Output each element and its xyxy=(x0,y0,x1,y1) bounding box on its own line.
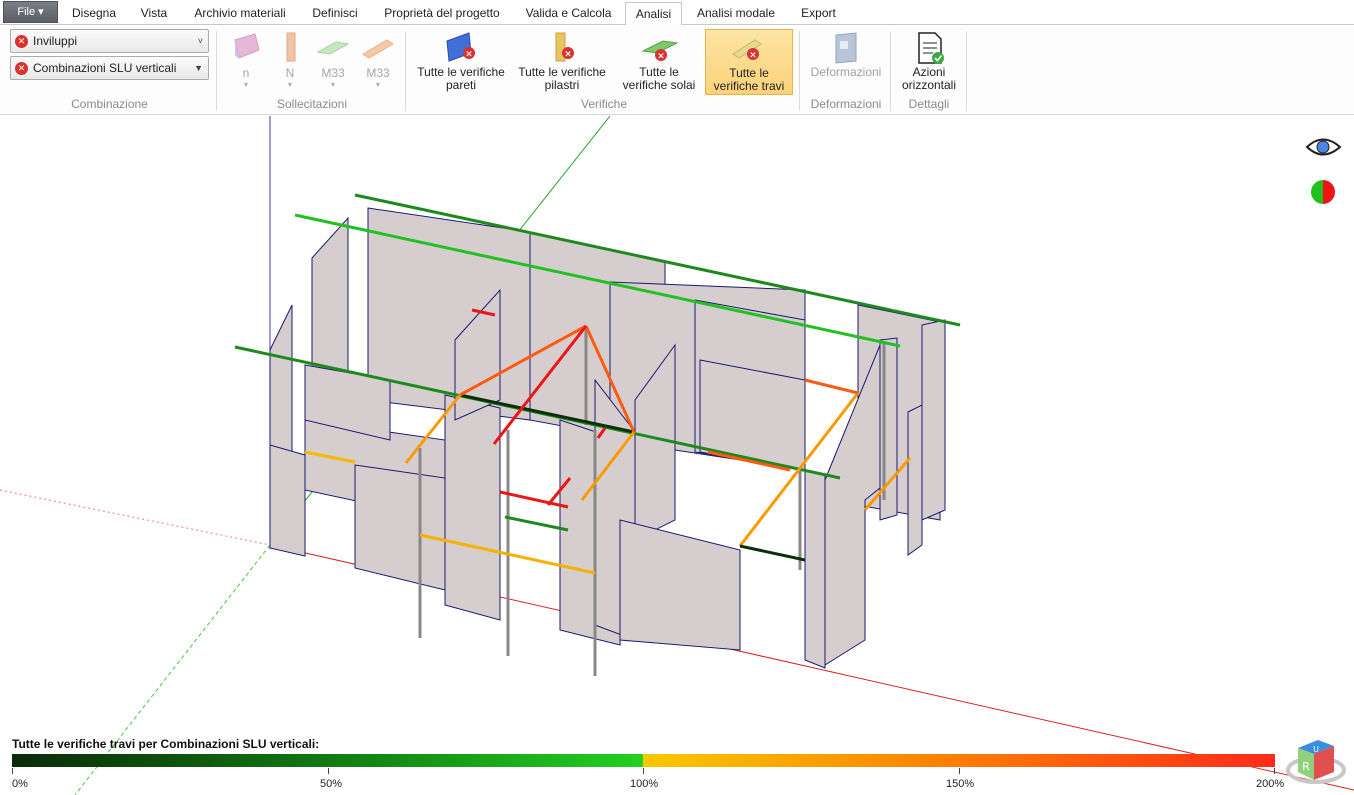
inviluppi-label: Inviluppi xyxy=(33,34,78,48)
wall-panel xyxy=(804,469,826,669)
wall-panel xyxy=(354,464,446,591)
legend-title: Tutte le verifiche travi per Combinazion… xyxy=(12,737,320,751)
group-label-deformazioni: Deformazioni xyxy=(810,97,882,111)
tab-analisi[interactable]: Analisi xyxy=(625,2,682,26)
wall-panel xyxy=(444,394,501,621)
tab-analisi-modale[interactable]: Analisi modale xyxy=(688,2,784,25)
chevron-down-icon: ▼ xyxy=(286,82,294,89)
group-separator xyxy=(799,31,800,111)
wall-panel xyxy=(921,319,946,521)
beam xyxy=(804,378,859,395)
legend-tick-label: 0% xyxy=(12,778,28,790)
group-label-dettagli: Dettagli xyxy=(908,97,950,111)
wall-check-icon: × xyxy=(446,32,475,62)
ribbon-tab-bar: File ▾ Disegna Vista Archivio materiali … xyxy=(0,0,1354,26)
legend-tick-label: 50% xyxy=(320,778,343,790)
navcube-top-label: U xyxy=(1313,745,1319,754)
group-label-verifiche: Verifiche xyxy=(580,97,628,111)
combinazioni-dropdown[interactable]: ✕ Combinazioni SLU verticali ▼ xyxy=(10,56,209,80)
x-axis-negative xyxy=(0,489,271,546)
error-icon: ✕ xyxy=(15,35,28,48)
legend-tick-label: 150% xyxy=(946,778,975,790)
eye-icon[interactable] xyxy=(1305,138,1342,156)
svg-text:×: × xyxy=(465,50,473,60)
sollecitazione-N-label: N xyxy=(285,66,295,80)
chevron-down-icon: ˅ xyxy=(197,36,203,46)
verifiche-pareti-label: Tutte le verifiche pareti xyxy=(417,65,505,92)
legend-tick xyxy=(328,768,329,774)
tab-disegna[interactable]: Disegna xyxy=(62,2,126,25)
legend-tick-label: 200% xyxy=(1256,778,1285,790)
legend-tick-label: 100% xyxy=(630,778,659,790)
legend-tick xyxy=(643,768,644,774)
combinazioni-label: Combinazioni SLU verticali xyxy=(33,61,177,75)
wall-panel xyxy=(907,404,923,556)
verifiche-pareti-button[interactable]: × Tutte le verifiche pareti xyxy=(414,29,508,95)
color-toggle-icon[interactable] xyxy=(1311,180,1335,204)
sollecitazione-N-button[interactable]: N ▼ xyxy=(270,30,310,90)
legend-tick xyxy=(959,768,960,774)
file-menu-button[interactable]: File ▾ xyxy=(3,1,58,23)
deformation-icon xyxy=(835,32,857,64)
error-icon: ✕ xyxy=(15,62,28,75)
tab-definisci[interactable]: Definisci xyxy=(303,2,367,25)
slab-moment-icon xyxy=(316,41,350,55)
document-check-icon xyxy=(918,32,944,64)
deformazioni-button[interactable]: Deformazioni xyxy=(806,29,886,95)
tab-vista[interactable]: Vista xyxy=(131,2,177,25)
sollecitazione-n-button[interactable]: n ▼ xyxy=(226,30,266,90)
verifiche-pilastri-button[interactable]: × Tutte le verifiche pilastri xyxy=(514,29,610,95)
verifiche-solai-button[interactable]: × Tutte le verifiche solai xyxy=(616,29,702,95)
wall-panel xyxy=(269,444,306,557)
tab-archivio-materiali[interactable]: Archivio materiali xyxy=(185,2,295,25)
ribbon-panel: ✕ Inviluppi ˅ ✕ Combinazioni SLU vertica… xyxy=(0,25,1354,115)
chevron-down-icon: ▼ xyxy=(194,63,203,73)
column-check-icon: × xyxy=(555,32,574,62)
3d-model-viewport[interactable]: U R xyxy=(0,116,1354,795)
svg-text:×: × xyxy=(657,52,665,62)
sollecitazione-m33-slab-button[interactable]: M33 ▼ xyxy=(313,30,353,90)
group-label-sollecitazioni: Sollecitazioni xyxy=(276,97,348,111)
group-separator xyxy=(890,31,891,111)
legend-tick xyxy=(1274,768,1275,774)
tab-proprieta-progetto[interactable]: Proprietà del progetto xyxy=(375,2,509,25)
chevron-down-icon: ▼ xyxy=(329,82,337,89)
chevron-down-icon: ▼ xyxy=(374,82,382,89)
wall-panel xyxy=(367,207,531,421)
inviluppi-dropdown[interactable]: ✕ Inviluppi ˅ xyxy=(10,29,209,53)
tab-export[interactable]: Export xyxy=(791,2,846,25)
group-label-combinazione: Combinazione xyxy=(71,97,148,111)
navcube-front-label: R xyxy=(1302,760,1310,773)
slab-check-icon: × xyxy=(641,40,679,62)
column-force-icon xyxy=(286,32,296,62)
group-separator xyxy=(216,31,217,111)
wall-force-icon xyxy=(234,33,260,59)
sollecitazione-n-label: n xyxy=(242,66,250,80)
legend-tick xyxy=(12,768,13,774)
verifiche-pilastri-label: Tutte le verifiche pilastri xyxy=(518,65,606,92)
svg-text:×: × xyxy=(749,51,757,61)
legend-color-bar xyxy=(12,754,1275,767)
beam xyxy=(504,515,569,532)
tab-valida-calcola[interactable]: Valida e Calcola xyxy=(517,2,620,25)
beam-check-icon: × xyxy=(732,39,762,61)
walls-group xyxy=(269,207,946,669)
azioni-orizzontali-label: Azioni orizzontali xyxy=(901,65,957,92)
svg-text:×: × xyxy=(564,50,572,60)
beam xyxy=(739,544,806,562)
chevron-down-icon: ▼ xyxy=(242,82,250,89)
verifiche-solai-label: Tutte le verifiche solai xyxy=(622,65,696,92)
group-separator xyxy=(405,31,406,111)
navigation-cube[interactable]: U R xyxy=(1286,740,1346,784)
azioni-orizzontali-button[interactable]: Azioni orizzontali xyxy=(897,29,961,95)
sollecitazione-m33-slab-label: M33 xyxy=(321,66,345,80)
sollecitazione-m33-beam-label: M33 xyxy=(366,66,390,80)
verifiche-travi-label: Tutte le verifiche travi xyxy=(713,66,785,93)
wall-panel xyxy=(619,519,741,651)
sollecitazione-m33-beam-button[interactable]: M33 ▼ xyxy=(358,30,398,90)
verifiche-travi-button[interactable]: × Tutte le verifiche travi xyxy=(705,29,793,95)
beam-moment-icon xyxy=(362,39,394,59)
group-separator xyxy=(966,31,967,111)
deformazioni-label: Deformazioni xyxy=(810,65,882,79)
